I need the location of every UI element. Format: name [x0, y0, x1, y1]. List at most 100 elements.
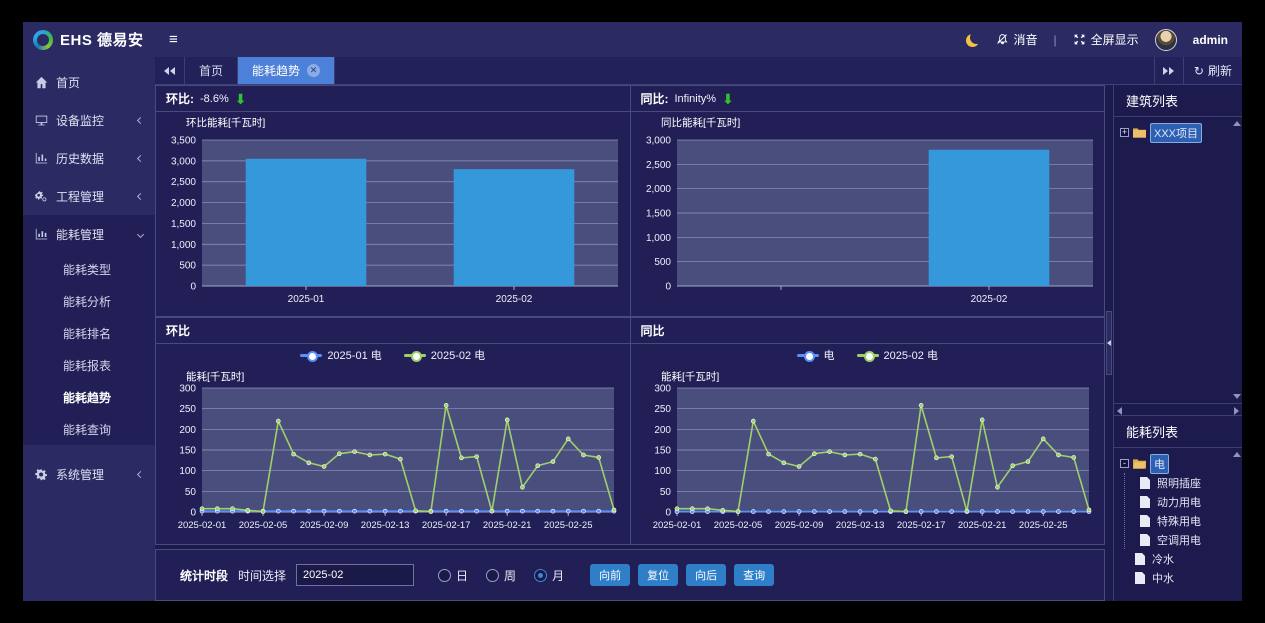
building-vertical-scrollbar[interactable]	[1232, 119, 1241, 401]
sidebar-subitem-energy-type[interactable]: 能耗类型	[23, 253, 155, 285]
sidebar-item-energy-management[interactable]: 能耗管理	[23, 215, 155, 253]
sidebar-item-system-management[interactable]: 系统管理	[23, 455, 155, 493]
svg-text:2025-02-09: 2025-02-09	[300, 520, 349, 531]
legend-item[interactable]: 电	[797, 347, 835, 363]
mute-button[interactable]: 消音	[996, 31, 1038, 48]
time-select-input[interactable]	[296, 564, 414, 586]
home-icon	[35, 76, 48, 89]
sidebar-item-label: 历史数据	[56, 150, 130, 167]
sidebar-subitem-energy-report[interactable]: 能耗报表	[23, 349, 155, 381]
energy-chart-icon	[35, 228, 48, 241]
reset-button[interactable]: 复位	[638, 564, 678, 586]
brand[interactable]: EHS 德易安	[23, 22, 155, 57]
energy-tree-node-lighting[interactable]: 照明插座	[1140, 473, 1240, 492]
scroll-up-icon[interactable]	[1233, 452, 1241, 457]
username: admin	[1193, 33, 1228, 47]
tabs-scroll-right-button[interactable]	[1154, 57, 1184, 84]
query-button[interactable]: 查询	[734, 564, 774, 586]
sidebar-item-home[interactable]: 首页	[23, 63, 155, 101]
legend-item[interactable]: 2025-02 电	[857, 347, 938, 363]
legend-item[interactable]: 2025-01 电	[300, 347, 381, 363]
svg-text:250: 250	[654, 404, 671, 415]
tongbi-bar-panel: 同比: Infinity% ⬇ 同比能耗[千瓦时]05001,0001,5002…	[631, 85, 1106, 317]
legend-label: 2025-02 电	[884, 347, 938, 363]
tongbi-line-header: 同比	[631, 318, 1105, 344]
line-charts-row: 环比 2025-01 电2025-02 电 能耗[千瓦时]05010015020…	[155, 317, 1105, 545]
fullscreen-button[interactable]: 全屏显示	[1073, 31, 1139, 48]
user-avatar[interactable]	[1155, 29, 1177, 51]
sidebar-item-label: 能耗管理	[56, 226, 130, 243]
tongbi-line-chart[interactable]: 能耗[千瓦时]0501001502002503002025-02-012025-…	[631, 366, 1102, 542]
mute-bell-icon	[996, 33, 1009, 46]
sidebar-item-label: 系统管理	[56, 466, 130, 483]
app-window: EHS 德易安 首页 设备监控 历史数据 工程管理	[23, 22, 1242, 601]
energy-tree-node-hvac[interactable]: 空调用电	[1140, 530, 1240, 549]
sidebar-subitem-energy-trend[interactable]: 能耗趋势	[23, 381, 155, 413]
svg-text:1,000: 1,000	[645, 233, 670, 244]
tab-home[interactable]: 首页	[185, 57, 238, 84]
energy-tree-node-special[interactable]: 特殊用电	[1140, 511, 1240, 530]
svg-text:3,500: 3,500	[171, 136, 196, 147]
sidebar-subitem-energy-analysis[interactable]: 能耗分析	[23, 285, 155, 317]
building-horizontal-scrollbar[interactable]	[1114, 403, 1242, 415]
sidebar-item-device-monitor[interactable]: 设备监控	[23, 101, 155, 139]
energy-tree-node-electricity[interactable]: - 电	[1120, 454, 1240, 473]
radio-week[interactable]: 周	[486, 567, 516, 584]
tab-close-icon[interactable]: ✕	[307, 64, 320, 77]
svg-text:1,000: 1,000	[171, 240, 196, 251]
energy-vertical-scrollbar[interactable]	[1232, 450, 1241, 599]
sidebar-item-label: 首页	[56, 74, 143, 91]
legend-line-dot-icon	[404, 354, 426, 357]
sidebar-item-label: 工程管理	[56, 188, 130, 205]
legend-item[interactable]: 2025-02 电	[404, 347, 485, 363]
scroll-right-icon[interactable]	[1234, 407, 1239, 415]
sidebar-item-history-data[interactable]: 历史数据	[23, 139, 155, 177]
tree-node-label: 照明插座	[1154, 474, 1204, 492]
previous-button[interactable]: 向前	[590, 564, 630, 586]
scroll-up-icon[interactable]	[1233, 121, 1241, 126]
sidebar-subitem-energy-ranking[interactable]: 能耗排名	[23, 317, 155, 349]
tree-node-label: 动力用电	[1154, 493, 1204, 511]
scroll-down-icon[interactable]	[1233, 394, 1241, 399]
radio-month[interactable]: 月	[534, 567, 564, 584]
huanbi-line-chart[interactable]: 能耗[千瓦时]0501001502002503002025-02-012025-…	[156, 366, 627, 542]
svg-text:500: 500	[179, 261, 196, 272]
sidebar-item-project-management[interactable]: 工程管理	[23, 177, 155, 215]
energy-tree-node-cold-water[interactable]: 冷水	[1120, 549, 1240, 568]
sidebar-nav: 首页 设备监控 历史数据 工程管理 能耗管理	[23, 57, 155, 601]
stat-period-label: 统计时段	[180, 567, 228, 584]
energy-tree-node-reclaimed-water[interactable]: 中水	[1120, 568, 1240, 587]
sidebar-subitem-energy-query[interactable]: 能耗查询	[23, 413, 155, 445]
svg-text:2025-02-25: 2025-02-25	[1018, 520, 1067, 531]
building-tree-node-project[interactable]: + XXX项目	[1120, 123, 1240, 142]
tree-collapse-icon[interactable]: -	[1120, 459, 1129, 468]
energy-list-section: 能耗列表 - 电 照明插座	[1114, 415, 1242, 601]
hamburger-menu-icon[interactable]: ≡	[169, 31, 178, 48]
green-down-arrow-icon: ⬇	[722, 93, 734, 105]
refresh-button[interactable]: ↻ 刷新	[1184, 57, 1242, 84]
subitem-label: 能耗类型	[63, 261, 111, 278]
tree-expander-icon[interactable]: +	[1120, 128, 1129, 137]
splitter-collapse-handle[interactable]	[1106, 311, 1112, 375]
radio-day[interactable]: 日	[438, 567, 468, 584]
svg-text:100: 100	[179, 466, 196, 477]
tab-energy-trend[interactable]: 能耗趋势 ✕	[238, 57, 335, 84]
legend-label: 电	[824, 347, 835, 363]
huanbi-bar-chart[interactable]: 环比能耗[千瓦时]05001,0001,5002,0002,5003,0003,…	[156, 112, 627, 312]
tongbi-bar-chart[interactable]: 同比能耗[千瓦时]05001,0001,5002,0002,5003,00020…	[631, 112, 1102, 312]
subitem-label: 能耗报表	[63, 357, 111, 374]
next-button[interactable]: 向后	[686, 564, 726, 586]
huanbi-stat-header: 环比: -8.6% ⬇	[156, 86, 630, 112]
dark-mode-moon-icon[interactable]	[970, 31, 983, 44]
energy-list-title: 能耗列表	[1114, 416, 1242, 448]
building-list-title: 建筑列表	[1114, 85, 1242, 117]
svg-text:150: 150	[654, 446, 671, 457]
svg-text:2025-01: 2025-01	[288, 294, 325, 305]
scroll-left-icon[interactable]	[1117, 407, 1122, 415]
monitor-icon	[35, 114, 48, 127]
project-gears-icon	[35, 190, 48, 203]
energy-tree-node-power[interactable]: 动力用电	[1140, 492, 1240, 511]
legend-line-dot-icon	[300, 354, 322, 357]
tabs-scroll-left-button[interactable]	[155, 57, 185, 84]
header-divider: |	[1054, 33, 1057, 47]
